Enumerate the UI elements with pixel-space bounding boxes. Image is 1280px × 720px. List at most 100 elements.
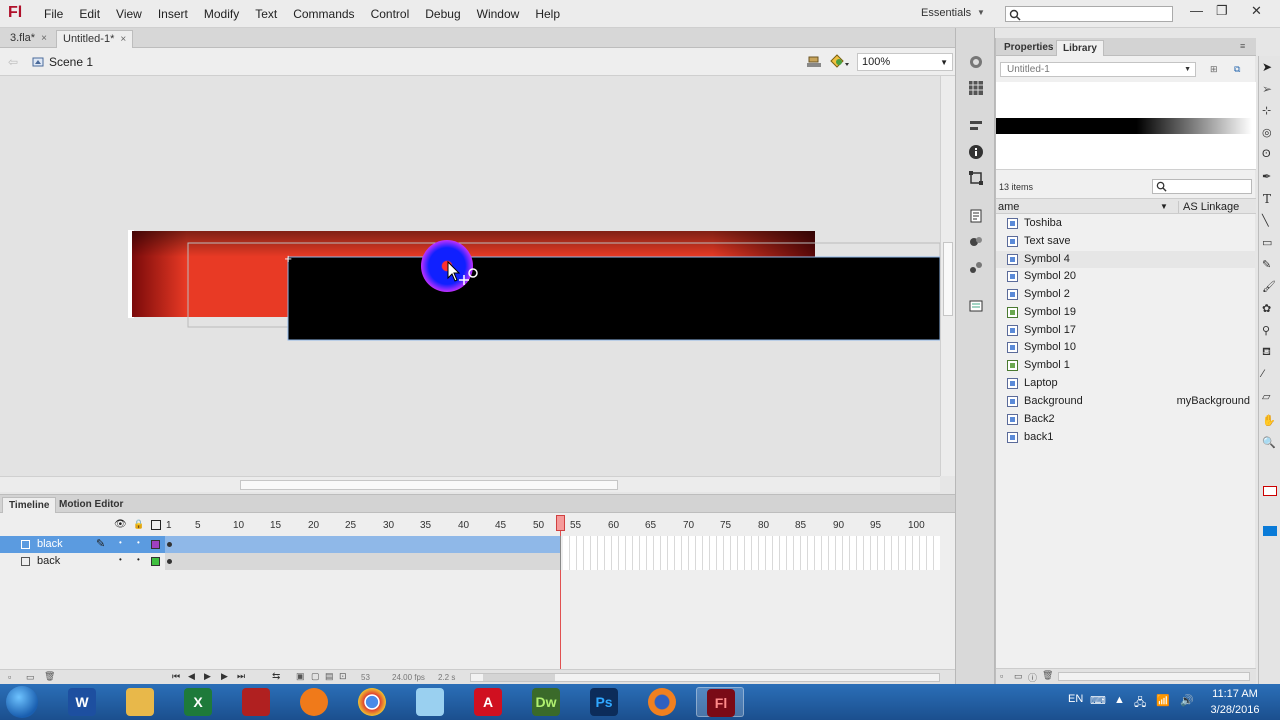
layer-row-black[interactable]: black ✎ • • [0,536,940,553]
brush-tool-icon[interactable]: 🖌 [1262,280,1276,293]
library-item[interactable]: Text save [996,233,1256,250]
menu-window[interactable]: Window [469,7,528,21]
delete-icon[interactable]: 🗑 [1042,670,1053,681]
close-tab-icon[interactable]: × [120,34,126,45]
zoom-select[interactable]: 100% ▼ [857,53,953,71]
tab-untitled-1[interactable]: Untitled-1* × [56,30,134,48]
acrobat-icon[interactable]: A [464,687,512,717]
layer-row-back[interactable]: back • • [0,553,940,570]
stage-horizontal-scrollbar[interactable] [0,476,940,492]
panel-menu-icon[interactable]: ≡ [1240,41,1245,51]
frame-rate[interactable]: 24.00 fps [392,673,425,682]
menu-help[interactable]: Help [527,7,568,21]
frame-ruler[interactable]: 1 5 10 15 20 25 30 35 40 45 50 55 60 65 … [165,517,940,533]
language-indicator[interactable]: EN [1068,693,1083,705]
new-symbol-icon[interactable]: ▫ [1000,671,1003,681]
lock-dot[interactable]: • [137,555,140,564]
library-item[interactable]: Symbol 4 [996,251,1256,268]
swatches-icon[interactable] [968,80,984,96]
current-frame[interactable]: 53 [361,673,370,682]
restore-button[interactable]: ❐ [1216,3,1228,19]
start-button[interactable] [6,686,38,718]
loop-icon[interactable]: ⇆ [272,671,280,682]
info-icon[interactable] [968,144,984,160]
tab-3-fla[interactable]: 3.fla* × [4,30,53,48]
menu-edit[interactable]: Edit [71,7,108,21]
delete-layer-icon[interactable]: 🗑 [44,671,55,682]
column-name[interactable]: ame [998,201,1019,213]
scroll-thumb[interactable] [943,242,953,316]
visibility-dot[interactable]: • [119,538,122,547]
components-icon[interactable] [968,234,984,250]
eye-icon[interactable]: 👁 [114,519,127,530]
free-transform-tool-icon[interactable]: ⊹ [1262,104,1271,117]
new-folder-icon[interactable]: ▭ [1014,671,1023,682]
book-icon[interactable] [232,687,280,717]
layer-name-cell[interactable]: black ✎ • • [0,536,165,553]
library-item[interactable]: Symbol 1 [996,357,1256,374]
library-item[interactable]: Toshiba [996,215,1256,232]
menu-insert[interactable]: Insert [150,7,196,21]
tab-properties[interactable]: Properties [998,40,1059,56]
signal-icon[interactable]: 📶 [1156,694,1170,707]
clock-time[interactable]: 11:17 AM [1200,688,1270,700]
previous-frame-icon[interactable]: ◀ [188,671,195,682]
workspace-switcher[interactable]: Essentials [921,7,971,19]
library-item[interactable]: Back2 [996,411,1256,428]
show-hidden-icons-icon[interactable]: ▲ [1114,694,1125,706]
explorer-icon[interactable] [116,687,164,717]
firefox-icon[interactable] [638,687,686,717]
edit-multiple-frames-icon[interactable]: ▤ [325,671,334,682]
volume-icon[interactable]: 🔊 [1180,694,1194,707]
onion-skin-icon[interactable]: ▣ [296,671,305,682]
visibility-dot[interactable]: • [119,555,122,564]
library-item[interactable]: Symbol 17 [996,322,1256,339]
properties-icon[interactable]: ⓘ [1028,671,1037,684]
component-inspector-icon[interactable] [968,260,984,276]
library-item[interactable]: Symbol 20 [996,268,1256,285]
new-library-panel-icon[interactable]: ⧉ [1234,64,1240,75]
scene-breadcrumb[interactable]: Scene 1 [49,55,93,69]
timeline-hscroll[interactable] [470,673,940,682]
menu-file[interactable]: File [36,7,71,21]
menu-text[interactable]: Text [247,7,285,21]
library-item[interactable]: Symbol 19 [996,304,1256,321]
last-frame-icon[interactable]: ⏭ [237,671,245,682]
pen-tool-icon[interactable]: ✒ [1262,170,1271,183]
onion-outline-icon[interactable]: ▢ [311,671,320,682]
layer-name-cell[interactable]: back • • [0,553,165,570]
pencil-tool-icon[interactable]: ✎ [1262,258,1271,271]
history-icon[interactable] [968,298,984,314]
menu-view[interactable]: View [108,7,150,21]
layer-color-swatch[interactable] [151,557,160,566]
menu-control[interactable]: Control [363,7,418,21]
line-tool-icon[interactable]: ╲ [1262,214,1269,227]
help-search-input[interactable] [1005,6,1173,22]
network-icon[interactable]: 🖧 [1134,694,1146,713]
excel-icon[interactable]: X [174,687,222,717]
text-tool-icon[interactable]: T [1263,192,1271,206]
motion-ball-symbol[interactable] [421,240,473,292]
eraser-tool-icon[interactable]: ▱ [1262,390,1270,403]
layer-frames[interactable] [165,553,561,570]
3d-rotation-tool-icon[interactable]: ◎ [1262,126,1272,139]
zoom-tool-icon[interactable]: 🔍 [1262,436,1276,449]
first-frame-icon[interactable]: ⏮ [172,671,180,682]
hand-tool-icon[interactable]: ✋ [1262,414,1276,427]
fill-color-swatch[interactable] [1263,526,1277,536]
library-hscroll[interactable] [1058,672,1250,681]
subselection-tool-icon[interactable]: ➢ [1262,82,1272,96]
chevron-down-icon[interactable]: ▼ [977,8,985,17]
stage-canvas[interactable]: + [0,76,940,476]
black-bar-symbol[interactable] [287,256,940,341]
lock-icon[interactable]: 🔒 [133,519,144,530]
edit-scene-icon[interactable] [806,54,822,70]
library-item[interactable]: Background myBackground [996,393,1256,410]
clock-date[interactable]: 3/28/2016 [1200,704,1270,716]
layer-color-swatch[interactable] [151,540,160,549]
menu-commands[interactable]: Commands [285,7,362,21]
minimize-button[interactable]: — [1190,3,1203,18]
stroke-color-swatch[interactable] [1263,486,1277,496]
stage-area[interactable]: + [0,76,940,476]
tab-timeline[interactable]: Timeline [2,497,57,513]
